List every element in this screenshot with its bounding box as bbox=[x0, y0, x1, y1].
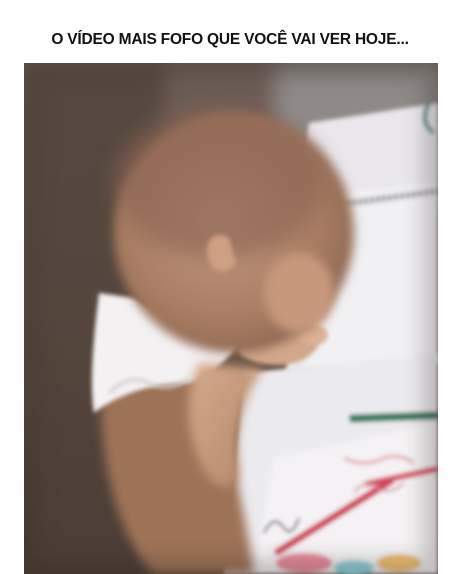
drawing-surface bbox=[224, 353, 438, 574]
post-card: O VÍDEO MAIS FOFO QUE VOCÊ VAI VER HOJE.… bbox=[0, 0, 460, 574]
post-caption: O VÍDEO MAIS FOFO QUE VOCÊ VAI VER HOJE.… bbox=[51, 31, 409, 48]
video-frame[interactable] bbox=[24, 63, 438, 574]
baby-drawing-scene bbox=[24, 63, 438, 574]
